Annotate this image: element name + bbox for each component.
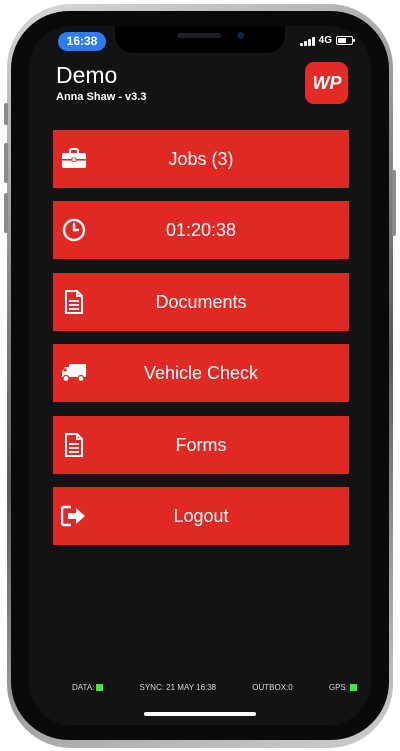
front-camera xyxy=(237,32,244,39)
logout-icon xyxy=(61,503,87,529)
user-version: Anna Shaw - v3.3 xyxy=(56,91,147,103)
data-label: DATA: xyxy=(72,682,95,692)
wp-logo: WP xyxy=(305,62,348,104)
logout-button[interactable]: Logout xyxy=(53,487,349,545)
data-status: DATA: xyxy=(72,682,104,692)
notch xyxy=(115,26,285,53)
mute-switch xyxy=(4,103,8,125)
jobs-label: Jobs (3) xyxy=(168,148,234,169)
svg-text:WP: WP xyxy=(312,73,342,93)
data-indicator xyxy=(96,683,104,691)
timer-button[interactable]: 01:20:38 xyxy=(53,201,349,259)
documents-label: Documents xyxy=(155,291,247,312)
truck-icon xyxy=(61,360,87,386)
outbox-text: OUTBOX:0 xyxy=(252,682,293,692)
forms-button[interactable]: Forms xyxy=(53,416,349,474)
page-title: Demo xyxy=(56,62,118,88)
status-footer: DATA: SYNC: 21 MAY 16:38 OUTBOX:0 GPS: xyxy=(29,681,371,693)
forms-label: Forms xyxy=(175,434,227,455)
volume-down-button xyxy=(4,193,8,233)
clock-icon xyxy=(61,217,87,243)
jobs-button[interactable]: Jobs (3) xyxy=(53,130,349,188)
power-button xyxy=(392,170,396,236)
sync-status: SYNC: 21 MAY 16:38 xyxy=(140,683,217,692)
document-icon xyxy=(61,289,87,315)
sync-text: SYNC: 21 MAY 16:38 xyxy=(139,682,217,692)
vehicle-check-label: Vehicle Check xyxy=(143,362,259,383)
gps-status: GPS: xyxy=(329,683,357,692)
timer-label: 01:20:38 xyxy=(165,219,237,240)
vehicle-check-button[interactable]: Vehicle Check xyxy=(53,344,349,402)
network-type: 4G xyxy=(318,35,332,46)
logout-label: Logout xyxy=(173,505,229,526)
gps-label: GPS: xyxy=(328,682,348,692)
documents-button[interactable]: Documents xyxy=(53,273,349,331)
signal-icon xyxy=(299,36,315,46)
home-indicator[interactable] xyxy=(144,712,256,716)
outbox-status: OUTBOX:0 xyxy=(252,683,292,692)
status-indicators: 4G xyxy=(299,35,355,46)
document-icon xyxy=(61,432,87,458)
earpiece-speaker xyxy=(177,33,221,38)
status-time: 16:38 xyxy=(58,32,106,51)
gps-indicator xyxy=(349,683,357,691)
briefcase-icon xyxy=(61,146,87,172)
battery-icon xyxy=(336,36,355,45)
app-screen: 16:38 4G Demo Anna Shaw - v3.3 WP Jobs (… xyxy=(29,26,371,725)
volume-up-button xyxy=(4,143,8,183)
